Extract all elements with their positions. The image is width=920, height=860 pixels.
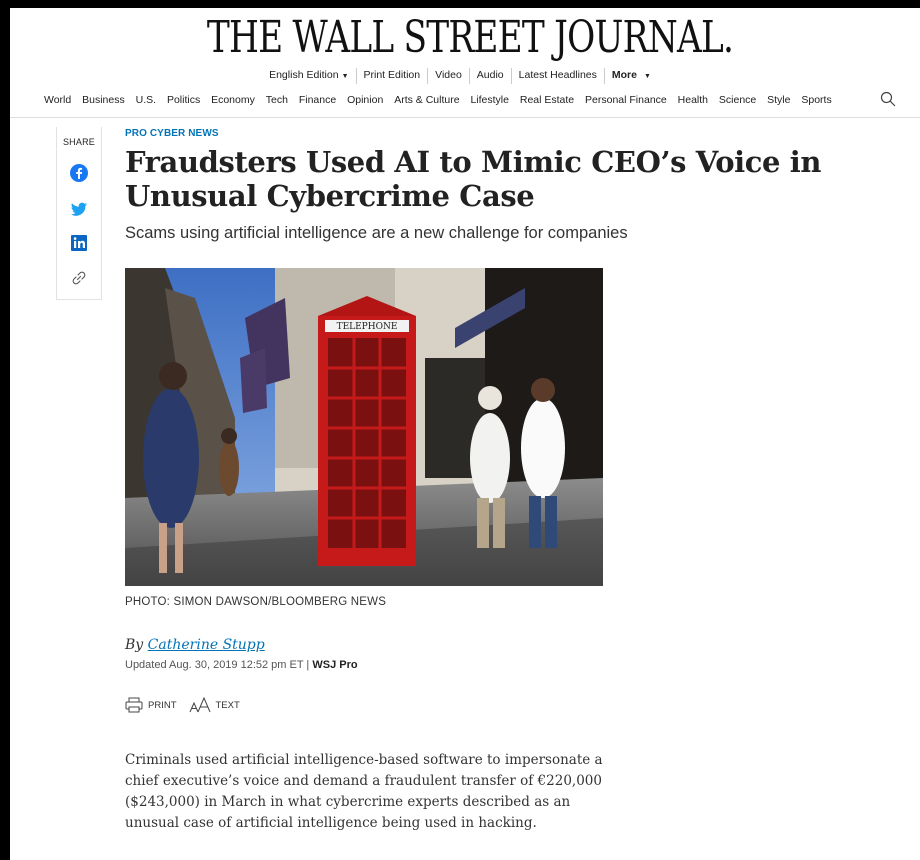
telephone-sign-text: TELEPHONE — [337, 322, 398, 332]
text-size-icon — [189, 697, 210, 713]
nav-item-politics[interactable]: Politics — [167, 94, 200, 106]
wsj-masthead-logo[interactable]: THE WALL STREET JOURNAL. — [103, 14, 836, 62]
video-link[interactable]: Video — [427, 68, 469, 84]
updated-text: Updated Aug. 30, 2019 12:52 pm ET | — [125, 659, 313, 671]
slide-background-strip — [0, 0, 10, 860]
nav-item-personal-finance[interactable]: Personal Finance — [585, 94, 667, 106]
linkedin-icon[interactable] — [69, 233, 89, 253]
article-headline: Fraudsters Used AI to Mimic CEO’s Voice … — [125, 145, 822, 213]
article-photo[interactable]: TELEPHONE — [125, 268, 603, 586]
nav-item-science[interactable]: Science — [719, 94, 756, 106]
caret-down-icon: ▼ — [341, 73, 349, 80]
search-icon[interactable] — [880, 91, 896, 107]
article-tools: PRINT TEXT — [125, 697, 252, 713]
section-nav: World Business U.S. Politics Economy Tec… — [44, 91, 896, 107]
nav-item-lifestyle[interactable]: Lifestyle — [470, 94, 509, 106]
nav-item-arts-culture[interactable]: Arts & Culture — [394, 94, 459, 106]
nav-item-opinion[interactable]: Opinion — [347, 94, 383, 106]
article-kicker[interactable]: PRO CYBER NEWS — [125, 128, 219, 139]
photo-caption: PHOTO: SIMON DAWSON/BLOOMBERG NEWS — [125, 596, 387, 608]
byline-prefix: By — [125, 637, 148, 653]
latest-headlines-link[interactable]: Latest Headlines — [510, 68, 604, 84]
printer-icon — [125, 697, 143, 713]
nav-item-world[interactable]: World — [44, 94, 71, 106]
twitter-icon[interactable] — [69, 199, 89, 219]
print-label: PRINT — [148, 699, 177, 711]
slide-background-top — [0, 0, 920, 8]
wsj-pro-tag[interactable]: WSJ Pro — [312, 659, 357, 671]
facebook-icon[interactable] — [69, 163, 89, 183]
share-rail: SHARE — [56, 127, 102, 300]
article-body-paragraph: Criminals used artificial intelligence-b… — [125, 752, 603, 831]
telephone-box-street-photo: TELEPHONE — [125, 268, 603, 586]
print-button[interactable]: PRINT — [125, 697, 177, 713]
byline: By Catherine Stupp — [125, 637, 265, 653]
edition-bar: English Edition ▼ Print Edition Video Aud… — [0, 68, 920, 84]
nav-item-sports[interactable]: Sports — [801, 94, 831, 106]
nav-item-business[interactable]: Business — [82, 94, 125, 106]
link-icon[interactable] — [69, 268, 89, 288]
text-size-button[interactable]: TEXT — [189, 697, 240, 713]
nav-item-style[interactable]: Style — [767, 94, 790, 106]
nav-item-finance[interactable]: Finance — [299, 94, 336, 106]
english-edition-link[interactable]: English Edition ▼ — [262, 68, 355, 84]
nav-item-tech[interactable]: Tech — [266, 94, 288, 106]
nav-divider — [10, 117, 920, 118]
audio-link[interactable]: Audio — [468, 68, 511, 84]
nav-item-health[interactable]: Health — [678, 94, 708, 106]
article-dek: Scams using artificial intelligence are … — [125, 224, 628, 242]
caret-down-icon: ▼ — [643, 73, 651, 80]
print-edition-link[interactable]: Print Edition — [355, 68, 428, 84]
nav-item-us[interactable]: U.S. — [136, 94, 156, 106]
more-menu[interactable]: More ▼ — [603, 68, 658, 84]
updated-timestamp: Updated Aug. 30, 2019 12:52 pm ET | WSJ … — [125, 659, 358, 671]
text-label: TEXT — [215, 699, 240, 711]
nav-item-real-estate[interactable]: Real Estate — [520, 94, 574, 106]
share-label: SHARE — [62, 137, 95, 147]
author-link[interactable]: Catherine Stupp — [148, 637, 265, 653]
nav-item-economy[interactable]: Economy — [211, 94, 255, 106]
